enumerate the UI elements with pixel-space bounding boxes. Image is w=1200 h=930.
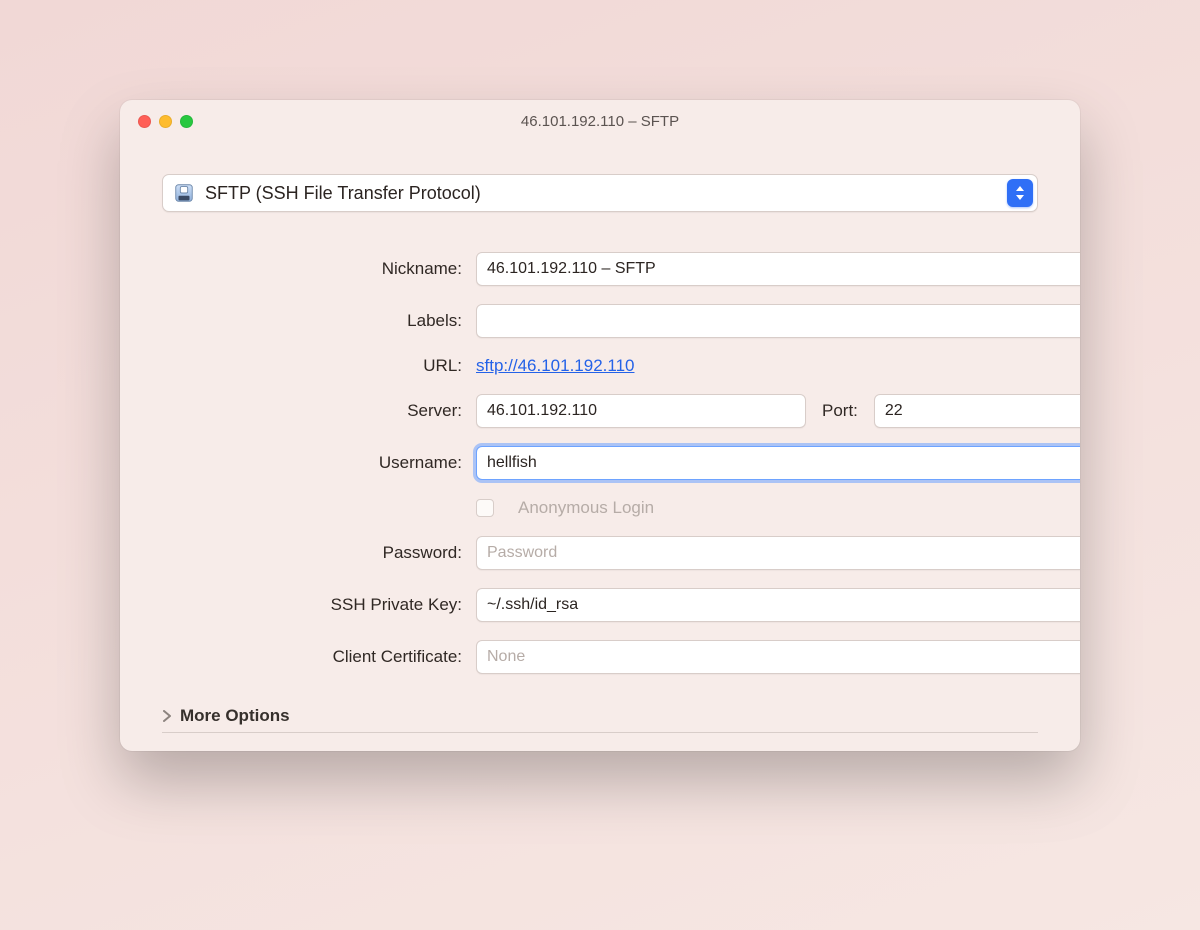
protocol-row: SFTP (SSH File Transfer Protocol)	[162, 174, 1038, 212]
sshkey-label: SSH Private Key:	[162, 595, 462, 615]
anonymous-login-label: Anonymous Login	[518, 498, 654, 518]
sshkey-select[interactable]: ~/.ssh/id_rsa	[476, 588, 1080, 622]
url-link[interactable]: sftp://46.101.192.110	[476, 356, 634, 376]
username-input[interactable]	[476, 446, 1080, 480]
anonymous-login-row: Anonymous Login	[476, 498, 1080, 518]
server-input[interactable]	[476, 394, 806, 428]
cert-label: Client Certificate:	[162, 647, 462, 667]
port-label: Port:	[822, 401, 858, 421]
chevron-right-icon	[162, 709, 172, 723]
form: Nickname: Labels: URL: sftp://46.101.192…	[162, 252, 1038, 674]
protocol-select-label: SFTP (SSH File Transfer Protocol)	[205, 183, 481, 204]
window-title: 46.101.192.110 – SFTP	[120, 113, 1080, 130]
anonymous-login-checkbox	[476, 499, 494, 517]
labels-label: Labels:	[162, 311, 462, 331]
content: SFTP (SSH File Transfer Protocol) Nickna…	[120, 144, 1080, 751]
server-label: Server:	[162, 401, 462, 421]
password-input[interactable]	[476, 536, 1080, 570]
cert-select: None	[476, 640, 1080, 674]
url-label: URL:	[162, 356, 462, 376]
disk-icon	[173, 182, 195, 204]
more-options-label: More Options	[180, 706, 290, 726]
port-input[interactable]	[874, 394, 1080, 428]
updown-icon	[1007, 179, 1033, 207]
password-label: Password:	[162, 543, 462, 563]
more-options-toggle[interactable]: More Options	[162, 702, 1038, 726]
bookmark-window: 46.101.192.110 – SFTP SFTP (SSH File Tra…	[120, 100, 1080, 751]
nickname-label: Nickname:	[162, 259, 462, 279]
protocol-select[interactable]: SFTP (SSH File Transfer Protocol)	[162, 174, 1038, 212]
labels-input[interactable]	[476, 304, 1080, 338]
sshkey-select-value: ~/.ssh/id_rsa	[487, 596, 578, 614]
titlebar: 46.101.192.110 – SFTP	[120, 100, 1080, 144]
nickname-input[interactable]	[476, 252, 1080, 286]
divider	[162, 732, 1038, 733]
cert-select-value: None	[487, 648, 525, 666]
username-label: Username:	[162, 453, 462, 473]
